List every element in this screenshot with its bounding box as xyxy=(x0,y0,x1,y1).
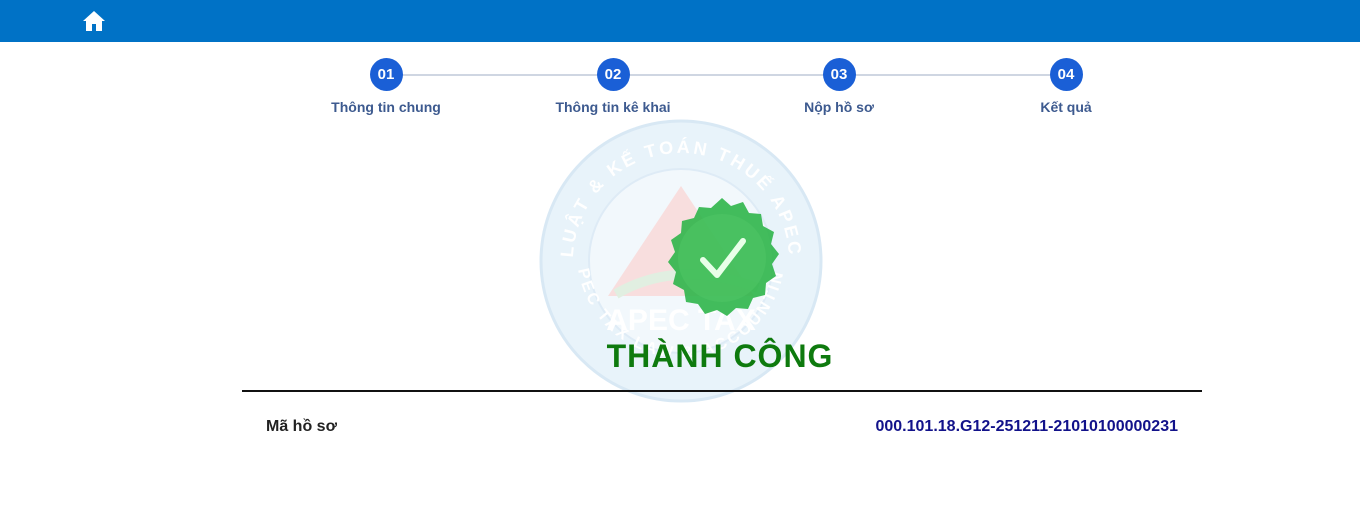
step-label: Thông tin chung xyxy=(331,99,441,115)
top-navigation-bar xyxy=(0,0,1360,42)
step-number: 04 xyxy=(1049,58,1083,91)
section-divider xyxy=(242,390,1202,392)
step-number: 03 xyxy=(822,58,856,91)
step-3[interactable]: 03 Nộp hồ sơ xyxy=(729,58,949,115)
record-code-value: 000.101.18.G12-251211-21010100000231 xyxy=(875,418,1178,435)
home-button[interactable] xyxy=(82,10,106,32)
step-4[interactable]: 04 Kết quả xyxy=(956,58,1176,115)
step-label: Kết quả xyxy=(1040,99,1092,115)
step-label: Thông tin kê khai xyxy=(555,99,671,115)
record-code-label: Mã hồ sơ xyxy=(266,418,337,435)
home-icon xyxy=(83,11,105,31)
record-code-row: Mã hồ sơ 000.101.18.G12-251211-210101000… xyxy=(242,418,1202,442)
step-1[interactable]: 01 Thông tin chung xyxy=(276,58,496,115)
success-check-badge-icon xyxy=(655,195,789,329)
step-2[interactable]: 02 Thông tin kê khai xyxy=(503,58,723,115)
result-status-title: THÀNH CÔNG xyxy=(606,338,834,374)
step-number: 02 xyxy=(596,58,630,91)
step-number: 01 xyxy=(369,58,403,91)
step-label: Nộp hồ sơ xyxy=(804,99,874,115)
